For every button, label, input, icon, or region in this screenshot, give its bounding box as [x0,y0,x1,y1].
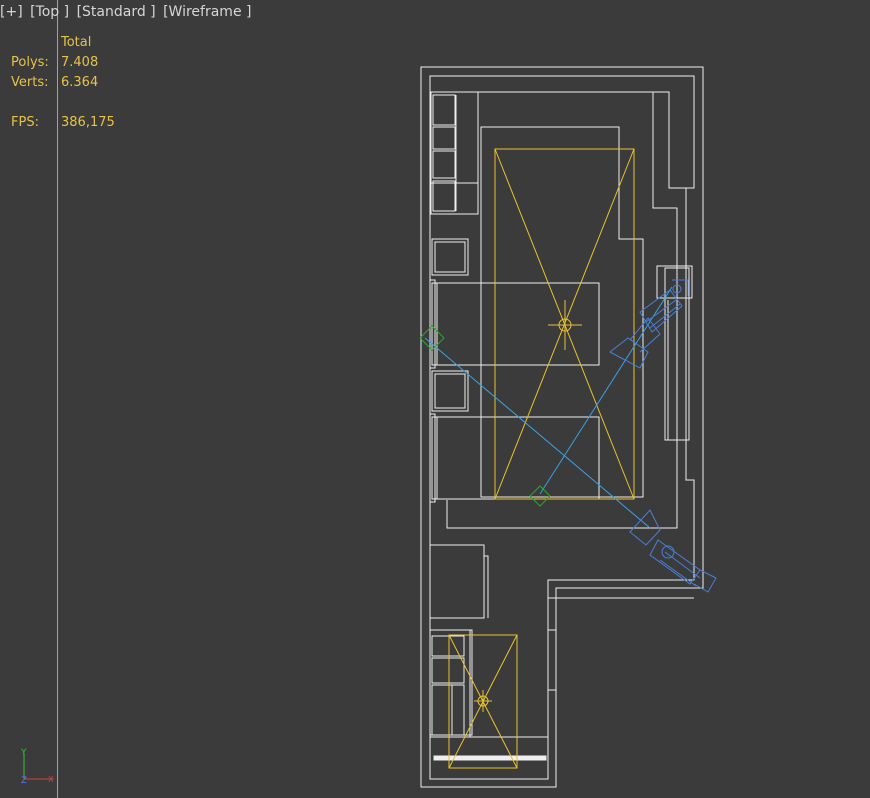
nightstand-top [431,238,469,276]
axis-x-label: X [48,775,54,784]
viewport-view-button[interactable]: [Top ] [30,4,69,20]
room-boundary [430,91,694,189]
viewport-menu-button[interactable]: [+] [0,4,23,20]
nightstand-middle [431,370,469,412]
fps-label: FPS: [11,115,39,130]
bed-lower [431,416,600,500]
window-box [656,265,693,299]
viewport-display-mode-button[interactable]: [Wireframe ] [163,4,251,20]
top-viewport[interactable]: [+] [Top ] [Standard ] [Wireframe ] Tota… [0,0,870,798]
camera-upper-icon [609,279,689,369]
scene-wireframe[interactable] [0,0,870,798]
polys-value: 7.408 [61,55,99,70]
bed-upper [431,282,600,366]
closet-outline [430,544,485,619]
verts-label: Verts: [11,75,49,90]
hall-wall-inner [548,629,556,691]
fps-value: 386,175 [61,115,115,130]
stats-total-header: Total [61,35,92,50]
axis-z-label: Z [21,776,27,786]
outer-wall-outline [420,66,704,788]
door-step [484,555,489,618]
axis-gizmo-icon: Y Z X [20,748,54,786]
platform-outline [480,126,644,498]
viewport-label-bar: [+] [Top ] [Standard ] [Wireframe ] [0,4,254,24]
viewport-shading-button[interactable]: [Standard ] [77,4,156,20]
verts-value: 6.364 [61,75,99,90]
polys-label: Polys: [11,55,49,70]
target-helper-green [529,485,551,507]
axis-y-label: Y [20,748,27,758]
